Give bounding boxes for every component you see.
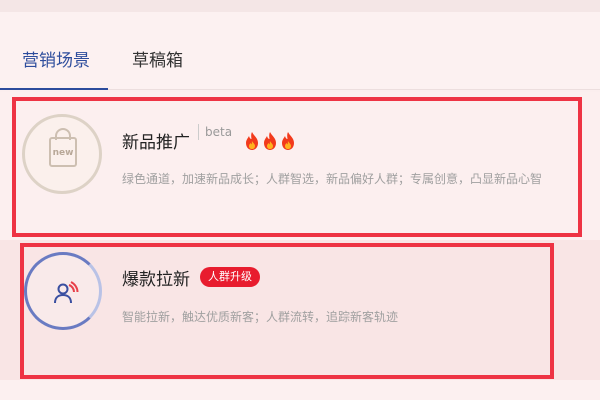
tab-marketing-scenes[interactable]: 营销场景 (22, 46, 90, 71)
tab-drafts[interactable]: 草稿箱 (132, 46, 183, 71)
bag-body: new (49, 137, 77, 167)
tab-bar: 营销场景 草稿箱 (0, 12, 600, 90)
active-tab-underline (0, 88, 108, 90)
fire-icon (282, 132, 294, 150)
fire-icon (264, 132, 276, 150)
card-title: 新品推广 (122, 133, 190, 153)
top-bar (0, 0, 600, 12)
shopping-bag-icon: new (22, 114, 102, 194)
card-title: 爆款拉新 (122, 270, 190, 290)
people-icon (24, 252, 102, 330)
beta-tag: beta (198, 124, 232, 140)
new-icon-text: new (52, 148, 74, 158)
fire-icon (246, 132, 258, 150)
card-description: 智能拉新，触达优质新客；人群流转，追踪新客轨迹 (122, 310, 399, 324)
audience-upgrade-badge: 人群升级 (200, 267, 260, 287)
card-partial (0, 380, 600, 400)
hot-rating (244, 131, 296, 151)
card-description: 绿色通道，加速新品成长；人群智选，新品偏好人群；专属创意，凸显新品心智 (122, 172, 543, 186)
person-icon (54, 281, 79, 304)
